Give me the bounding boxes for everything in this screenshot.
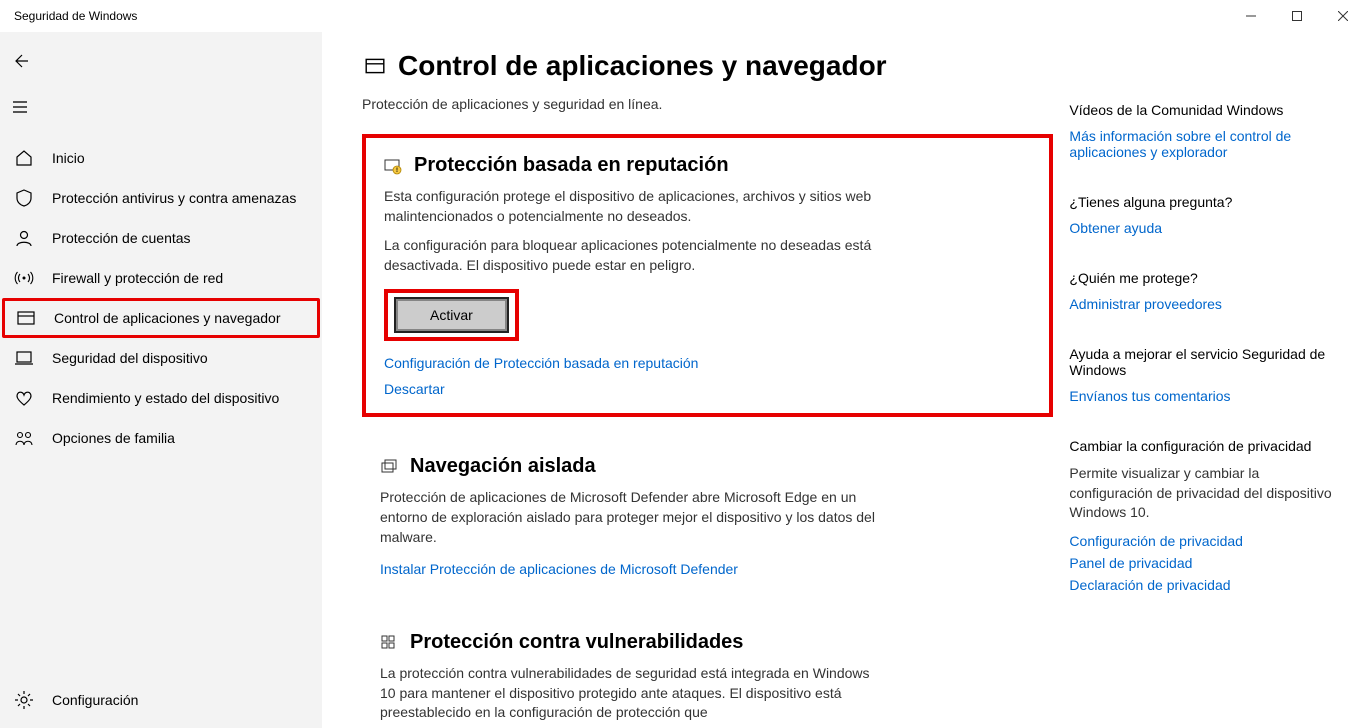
family-icon: [14, 428, 34, 448]
improve-heading: Ayuda a mejorar el servicio Seguridad de…: [1069, 346, 1346, 378]
main-content: Control de aplicaciones y navegador Prot…: [362, 50, 1053, 728]
videos-link[interactable]: Más información sobre el control de apli…: [1069, 128, 1346, 160]
sidebar-item-virus[interactable]: Protección antivirus y contra amenazas: [0, 178, 322, 218]
person-icon: [14, 228, 34, 248]
exploit-desc: La protección contra vulnerabilidades de…: [380, 664, 880, 723]
sidebar-item-label: Control de aplicaciones y navegador: [54, 310, 280, 326]
sidebar-item-label: Opciones de familia: [52, 430, 175, 446]
antenna-icon: [14, 268, 34, 288]
grid-icon: [380, 634, 398, 652]
close-button[interactable]: [1320, 0, 1366, 32]
browser-icon: [362, 53, 388, 79]
dismiss-link[interactable]: Descartar: [384, 381, 1031, 397]
gear-icon: [14, 690, 34, 710]
sidebar-item-label: Firewall y protección de red: [52, 270, 223, 286]
maximize-button[interactable]: [1274, 0, 1320, 32]
heart-icon: [14, 388, 34, 408]
sidebar-item-label: Protección de cuentas: [52, 230, 191, 246]
reputation-settings-link[interactable]: Configuración de Protección basada en re…: [384, 355, 1031, 371]
hamburger-button[interactable]: [0, 88, 40, 126]
sidebar-item-appbrowser[interactable]: Control de aplicaciones y navegador: [2, 298, 320, 338]
window-controls: [1228, 0, 1366, 32]
reputation-desc2: La configuración para bloquear aplicacio…: [384, 236, 884, 275]
back-button[interactable]: [0, 42, 40, 80]
isolated-desc: Protección de aplicaciones de Microsoft …: [380, 488, 880, 547]
sidebar-item-device[interactable]: Seguridad del dispositivo: [0, 338, 322, 378]
privacy-statement-link[interactable]: Declaración de privacidad: [1069, 577, 1346, 593]
reputation-desc1: Esta configuración protege el dispositiv…: [384, 187, 884, 226]
browser-icon: [16, 308, 36, 328]
sidebar-item-family[interactable]: Opciones de familia: [0, 418, 322, 458]
window-title: Seguridad de Windows: [14, 9, 137, 23]
sidebar-item-home[interactable]: Inicio: [0, 138, 322, 178]
activate-button-highlight: Activar: [384, 289, 519, 341]
warning-icon: !: [384, 157, 402, 175]
sidebar-item-label: Configuración: [52, 692, 138, 708]
exploit-card: Protección contra vulnerabilidades La pr…: [362, 615, 1053, 728]
right-column: Vídeos de la Comunidad Windows Más infor…: [1053, 50, 1346, 728]
window-stack-icon: [380, 458, 398, 476]
shield-icon: [14, 188, 34, 208]
sidebar-item-label: Protección antivirus y contra amenazas: [52, 190, 296, 206]
sidebar-item-firewall[interactable]: Firewall y protección de red: [0, 258, 322, 298]
sidebar-item-label: Seguridad del dispositivo: [52, 350, 208, 366]
exploit-heading: Protección contra vulnerabilidades: [410, 631, 743, 654]
privacy-heading: Cambiar la configuración de privacidad: [1069, 438, 1346, 454]
page-subtitle: Protección de aplicaciones y seguridad e…: [362, 96, 1053, 112]
sidebar-item-account[interactable]: Protección de cuentas: [0, 218, 322, 258]
home-icon: [14, 148, 34, 168]
sidebar-item-label: Inicio: [52, 150, 85, 166]
sidebar-item-label: Rendimiento y estado del dispositivo: [52, 390, 279, 406]
reputation-card: ! Protección basada en reputación Esta c…: [362, 134, 1053, 417]
sidebar: Inicio Protección antivirus y contra ame…: [0, 32, 322, 728]
manage-providers-link[interactable]: Administrar proveedores: [1069, 296, 1346, 312]
privacy-settings-link[interactable]: Configuración de privacidad: [1069, 533, 1346, 549]
svg-text:!: !: [396, 168, 398, 174]
feedback-link[interactable]: Envíanos tus comentarios: [1069, 388, 1346, 404]
privacy-text: Permite visualizar y cambiar la configur…: [1069, 464, 1346, 523]
minimize-button[interactable]: [1228, 0, 1274, 32]
protect-heading: ¿Quién me protege?: [1069, 270, 1346, 286]
question-heading: ¿Tienes alguna pregunta?: [1069, 194, 1346, 210]
page-title: Control de aplicaciones y navegador: [398, 50, 887, 82]
device-icon: [14, 348, 34, 368]
get-help-link[interactable]: Obtener ayuda: [1069, 220, 1346, 236]
isolated-card: Navegación aislada Protección de aplicac…: [362, 439, 1053, 593]
sidebar-item-health[interactable]: Rendimiento y estado del dispositivo: [0, 378, 322, 418]
activate-button[interactable]: Activar: [396, 299, 507, 331]
page-title-row: Control de aplicaciones y navegador: [362, 50, 1053, 82]
install-defender-link[interactable]: Instalar Protección de aplicaciones de M…: [380, 561, 1035, 577]
isolated-heading: Navegación aislada: [410, 455, 596, 478]
reputation-heading: Protección basada en reputación: [414, 154, 729, 177]
videos-heading: Vídeos de la Comunidad Windows: [1069, 102, 1346, 118]
sidebar-item-settings[interactable]: Configuración: [0, 680, 322, 720]
privacy-panel-link[interactable]: Panel de privacidad: [1069, 555, 1346, 571]
window-titlebar: Seguridad de Windows: [0, 0, 1366, 32]
